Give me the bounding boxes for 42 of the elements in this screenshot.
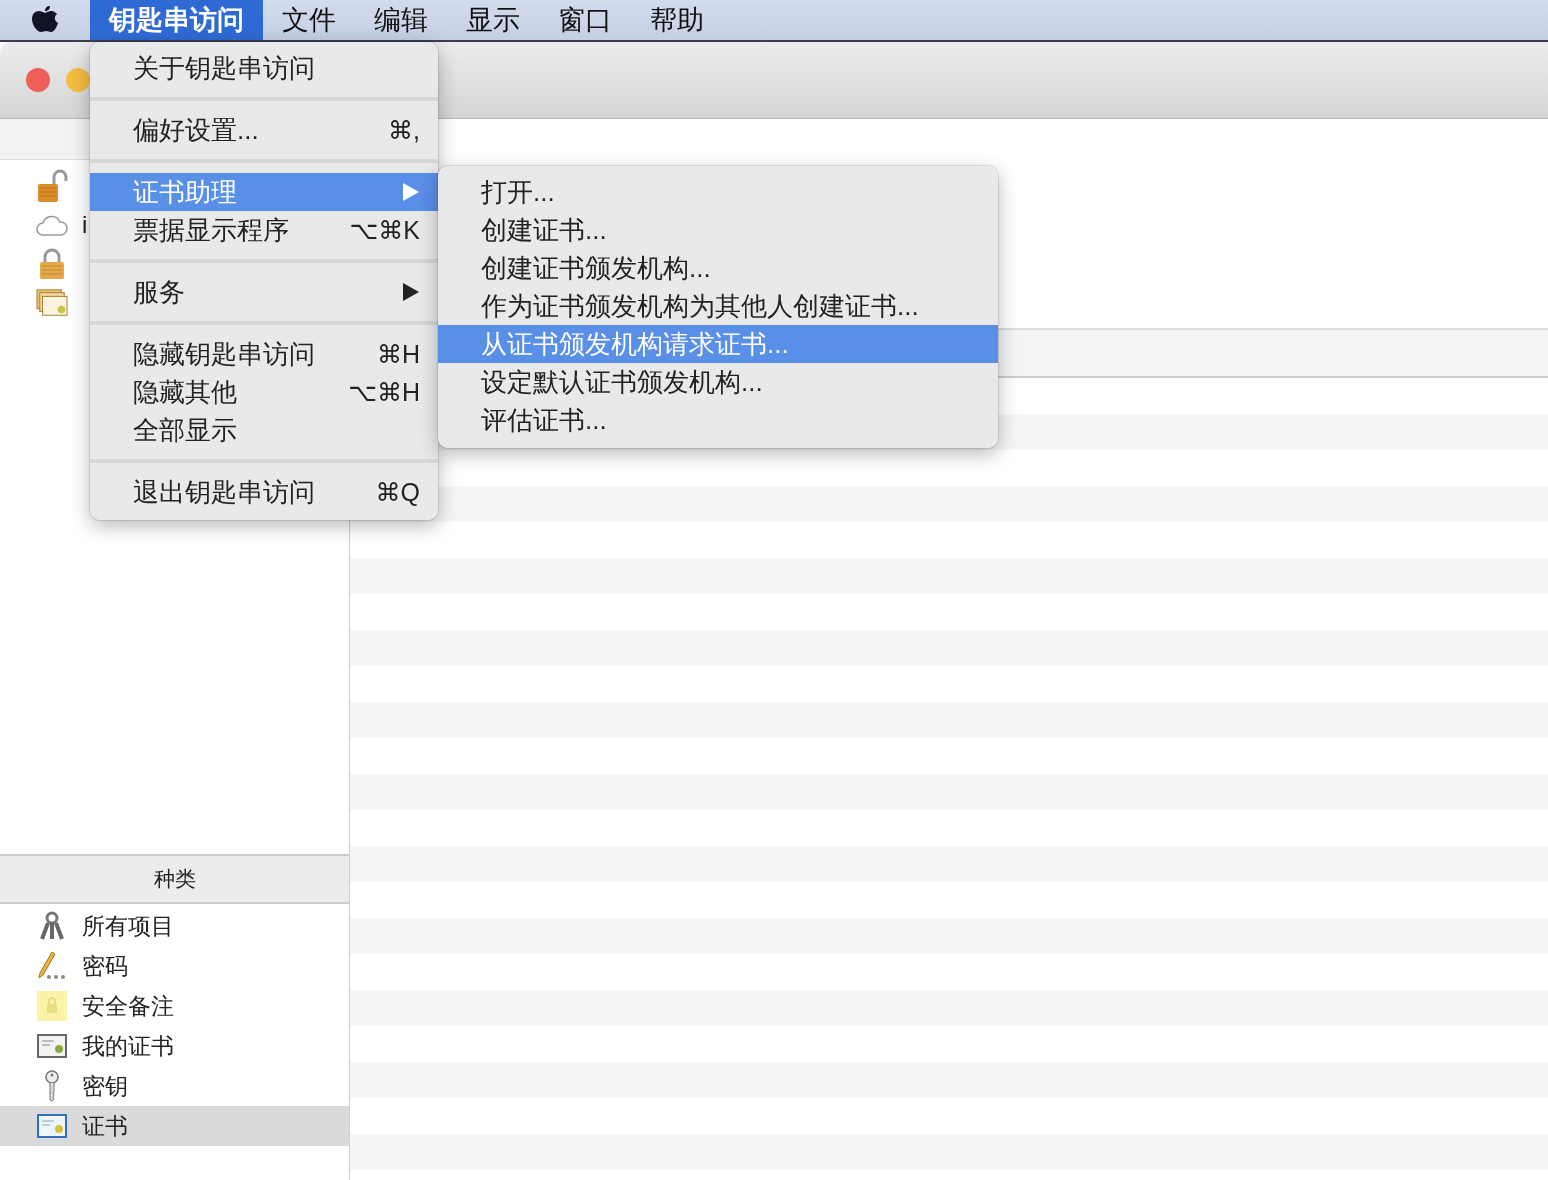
menu-item[interactable]: 评估证书...	[438, 401, 998, 439]
menu-item[interactable]: 隐藏其他 ⌥⌘H	[90, 373, 438, 411]
pencil-icon	[36, 951, 68, 981]
menu-item[interactable]: 退出钥匙串访问 ⌘Q	[90, 473, 438, 511]
certificate-icon	[37, 1034, 67, 1058]
padlock-icon	[38, 247, 66, 280]
menu-item[interactable]: 打开...	[438, 173, 998, 211]
menu-bar-item[interactable]: 编辑	[355, 0, 447, 40]
menu-item[interactable]: 创建证书...	[438, 211, 998, 249]
submenu-arrow-icon	[402, 182, 420, 202]
keychain-name[interactable]: i	[82, 210, 88, 239]
menu-item[interactable]: 票据显示程序 ⌥⌘K	[90, 211, 438, 249]
category-item[interactable]: 我的证书	[0, 1026, 349, 1066]
menu-item[interactable]: 隐藏钥匙串访问 ⌘H	[90, 335, 438, 373]
menu-item[interactable]: 设定默认证书颁发机构...	[438, 363, 998, 401]
open-padlock-icon	[36, 168, 68, 203]
menu-bar-item[interactable]: 钥匙串访问	[90, 0, 263, 40]
keys-icon	[38, 911, 66, 941]
key-icon	[43, 1070, 61, 1102]
category-item[interactable]: 所有项目	[0, 906, 349, 946]
menu-bar-item[interactable]: 帮助	[631, 0, 723, 40]
category-item[interactable]: 密码	[0, 946, 349, 986]
minimize-button[interactable]	[66, 68, 90, 92]
menu-bar-item[interactable]: 文件	[263, 0, 355, 40]
menu-bar-item[interactable]: 窗口	[539, 0, 631, 40]
category-item[interactable]: 安全备注	[0, 986, 349, 1026]
certificate-icon	[37, 1114, 67, 1138]
menu-item[interactable]: 偏好设置... ⌘,	[90, 111, 438, 149]
column-header: 种类	[0, 854, 349, 904]
category-item[interactable]: 密钥	[0, 1066, 349, 1106]
category-item[interactable]: 证书	[0, 1106, 349, 1146]
menu-item[interactable]: 全部显示	[90, 411, 438, 449]
cloud-icon	[36, 213, 68, 236]
submenu-arrow-icon	[402, 282, 420, 302]
menu-item[interactable]: 作为证书颁发机构为其他人创建证书...	[438, 287, 998, 325]
menu-item[interactable]: 服务	[90, 273, 438, 311]
certificates-icon	[36, 287, 68, 318]
menu-item[interactable]: 创建证书颁发机构...	[438, 249, 998, 287]
close-button[interactable]	[26, 68, 50, 92]
menu-bar-item[interactable]: 显示	[447, 0, 539, 40]
menu-item[interactable]: 关于钥匙串访问	[90, 49, 438, 87]
secure-note-icon	[36, 990, 68, 1022]
